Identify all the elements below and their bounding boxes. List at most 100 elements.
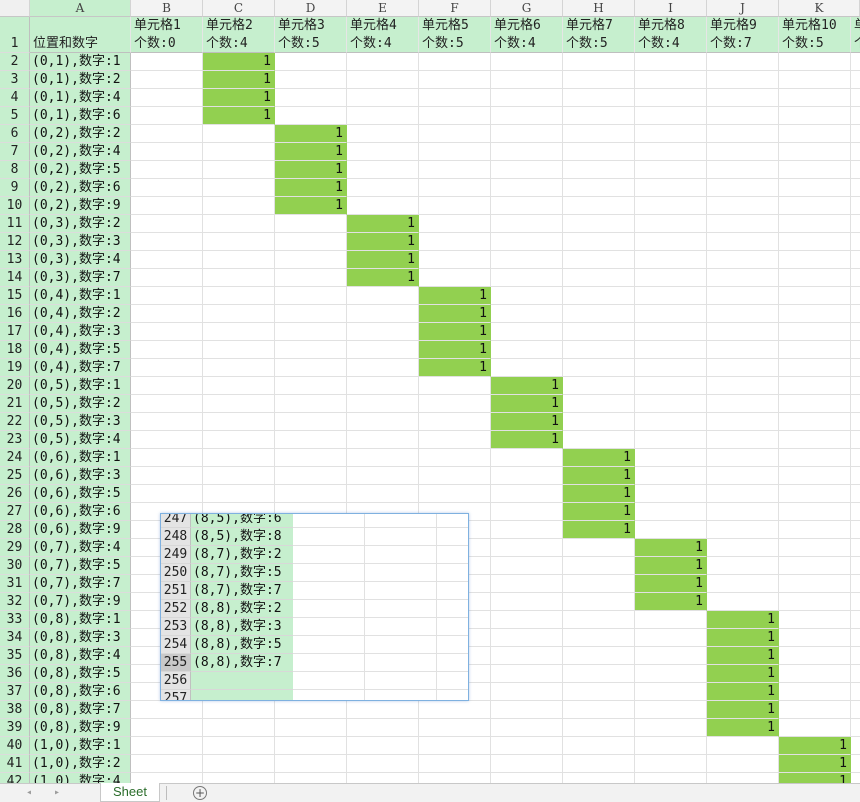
cell[interactable] — [491, 107, 563, 125]
row-header[interactable]: 9 — [0, 179, 30, 197]
cell[interactable] — [851, 485, 860, 503]
cell[interactable] — [635, 521, 707, 539]
cell[interactable] — [419, 467, 491, 485]
cell[interactable] — [275, 431, 347, 449]
cell[interactable] — [779, 575, 851, 593]
cell[interactable] — [851, 107, 860, 125]
row-header[interactable]: 33 — [0, 611, 30, 629]
cell[interactable] — [779, 107, 851, 125]
cell[interactable] — [131, 125, 203, 143]
cell[interactable] — [779, 539, 851, 557]
cell[interactable] — [275, 251, 347, 269]
cell[interactable] — [347, 701, 419, 719]
cell[interactable] — [707, 485, 779, 503]
cell[interactable] — [779, 719, 851, 737]
column-header-j[interactable]: J — [707, 0, 779, 17]
cell[interactable] — [779, 701, 851, 719]
cell[interactable] — [851, 575, 860, 593]
cell[interactable] — [491, 449, 563, 467]
cell[interactable] — [707, 467, 779, 485]
cell[interactable] — [635, 665, 707, 683]
cell[interactable] — [635, 377, 707, 395]
cell[interactable] — [779, 215, 851, 233]
cell[interactable] — [491, 485, 563, 503]
cell-position-number[interactable]: (0,7),数字:4 — [30, 539, 131, 557]
cell[interactable] — [275, 701, 347, 719]
cell[interactable] — [419, 197, 491, 215]
cell[interactable] — [419, 143, 491, 161]
cell[interactable] — [491, 125, 563, 143]
cell-value[interactable]: 1 — [635, 593, 707, 611]
cell[interactable] — [851, 251, 860, 269]
cell[interactable] — [563, 269, 635, 287]
cell[interactable] — [275, 377, 347, 395]
cell-position-number[interactable]: (0,1),数字:2 — [30, 71, 131, 89]
cell-value[interactable]: 1 — [419, 287, 491, 305]
cell[interactable] — [347, 107, 419, 125]
prev-sheet-arrow-icon[interactable]: ◂ — [22, 784, 36, 802]
cell[interactable] — [203, 287, 275, 305]
cell[interactable] — [563, 539, 635, 557]
cell[interactable] — [491, 251, 563, 269]
cell-position-number[interactable]: (0,6),数字:1 — [30, 449, 131, 467]
row-header[interactable]: 35 — [0, 647, 30, 665]
cell[interactable] — [851, 377, 860, 395]
cell[interactable] — [347, 89, 419, 107]
cell[interactable] — [635, 467, 707, 485]
cell[interactable] — [635, 719, 707, 737]
cell[interactable] — [275, 215, 347, 233]
header-cell[interactable]: 单元格1 个数:0 — [131, 17, 203, 53]
cell[interactable] — [275, 89, 347, 107]
cell[interactable] — [851, 215, 860, 233]
cell[interactable] — [635, 305, 707, 323]
row-header[interactable]: 8 — [0, 161, 30, 179]
cell[interactable] — [491, 341, 563, 359]
cell[interactable] — [635, 395, 707, 413]
cell-position-number[interactable]: (0,8),数字:5 — [30, 665, 131, 683]
cell[interactable] — [851, 269, 860, 287]
cell[interactable] — [419, 107, 491, 125]
cell[interactable] — [419, 215, 491, 233]
cell-position-number[interactable]: (0,5),数字:3 — [30, 413, 131, 431]
cell[interactable] — [779, 359, 851, 377]
cell-value[interactable]: 1 — [563, 521, 635, 539]
cell[interactable] — [707, 539, 779, 557]
cell[interactable] — [707, 161, 779, 179]
row-header[interactable]: 15 — [0, 287, 30, 305]
cell-value[interactable]: 1 — [707, 665, 779, 683]
row-header[interactable]: 30 — [0, 557, 30, 575]
cell[interactable] — [707, 341, 779, 359]
cell[interactable] — [851, 89, 860, 107]
cell-value[interactable]: 1 — [275, 197, 347, 215]
cell[interactable] — [851, 755, 860, 773]
cell[interactable] — [491, 503, 563, 521]
cell[interactable] — [563, 233, 635, 251]
cell-value[interactable]: 1 — [779, 773, 851, 783]
cell[interactable] — [779, 161, 851, 179]
cell[interactable] — [419, 161, 491, 179]
cell-value[interactable]: 1 — [275, 125, 347, 143]
cell[interactable] — [203, 413, 275, 431]
cell[interactable] — [131, 449, 203, 467]
row-header[interactable]: 21 — [0, 395, 30, 413]
cell-position-number[interactable]: (1,0),数字:4 — [30, 773, 131, 783]
cell[interactable] — [419, 413, 491, 431]
cell[interactable] — [203, 701, 275, 719]
cell-position-number[interactable]: (0,5),数字:1 — [30, 377, 131, 395]
sheet-tab[interactable]: Sheet — [100, 783, 160, 802]
column-header-g[interactable]: G — [491, 0, 563, 17]
cell[interactable] — [275, 755, 347, 773]
cell[interactable] — [419, 701, 491, 719]
cell[interactable] — [347, 395, 419, 413]
cell[interactable] — [203, 359, 275, 377]
cell[interactable] — [347, 467, 419, 485]
cell-position-number[interactable]: (0,7),数字:7 — [30, 575, 131, 593]
cell[interactable] — [563, 557, 635, 575]
cell[interactable] — [347, 143, 419, 161]
cell[interactable] — [563, 413, 635, 431]
row-header[interactable]: 26 — [0, 485, 30, 503]
cell[interactable] — [707, 107, 779, 125]
cell-value[interactable]: 1 — [563, 485, 635, 503]
cell[interactable] — [779, 179, 851, 197]
cell-position-number[interactable]: (0,7),数字:5 — [30, 557, 131, 575]
